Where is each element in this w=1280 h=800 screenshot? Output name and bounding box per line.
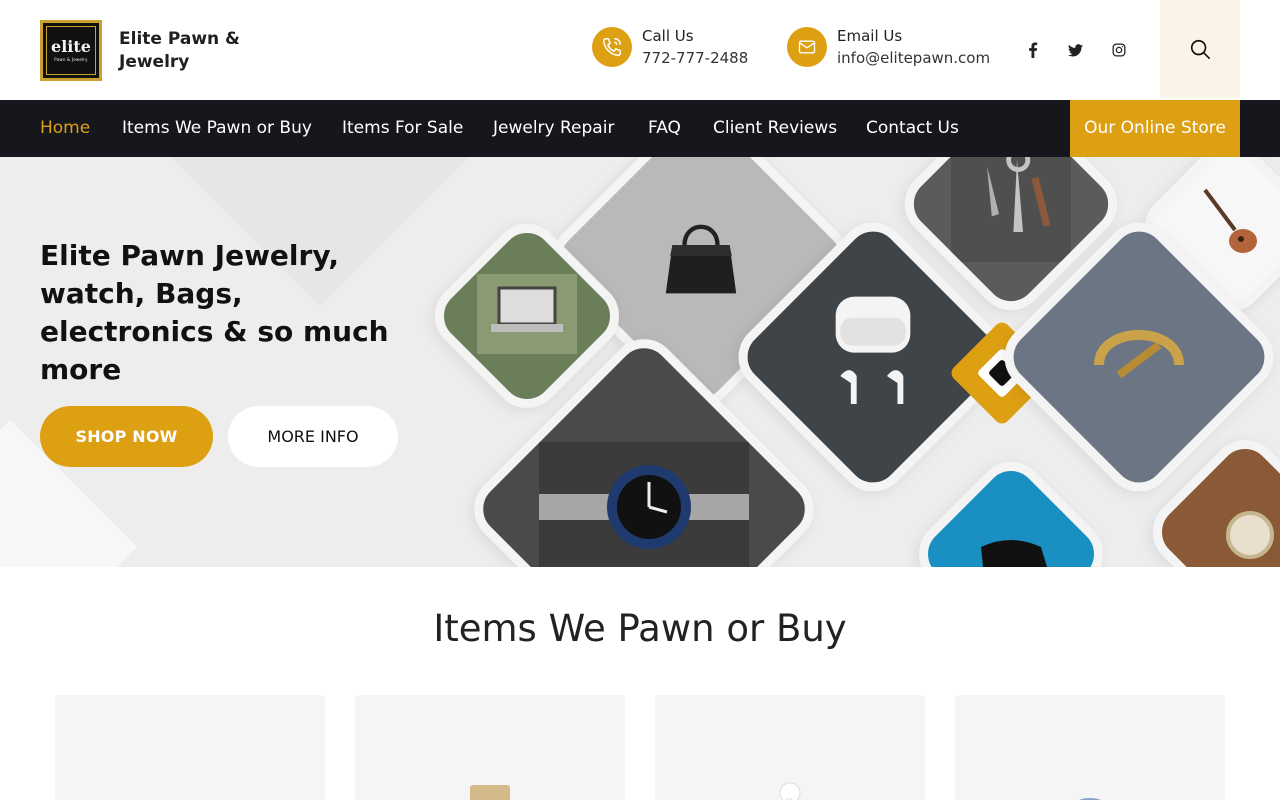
ring-icon [1094, 330, 1184, 379]
nav-client-reviews[interactable]: Client Reviews [713, 100, 837, 157]
watch-icon [539, 442, 749, 567]
earbud-image [779, 782, 801, 800]
nav-items-for-sale[interactable]: Items For Sale [342, 100, 463, 157]
nav-items-we-pawn-or-buy[interactable]: Items We Pawn or Buy [122, 100, 312, 157]
nav-jewelry-repair[interactable]: Jewelry Repair [493, 100, 614, 157]
item-card[interactable] [955, 695, 1225, 800]
laptop-icon [477, 274, 577, 354]
twitter-icon[interactable] [1064, 39, 1086, 61]
email-label: Email Us [837, 27, 903, 45]
gamepad-icon [981, 540, 1047, 567]
nav-faq[interactable]: FAQ [648, 100, 681, 157]
phone-icon [592, 27, 632, 67]
item-card[interactable] [55, 695, 325, 800]
search-button[interactable] [1160, 0, 1240, 98]
logo-subtext: Pawn & Jewelry [54, 57, 88, 62]
brand-name[interactable]: Elite Pawn & Jewelry [119, 28, 249, 74]
email-address[interactable]: info@elitepawn.com [837, 47, 990, 69]
shop-now-button[interactable]: SHOP NOW [40, 406, 213, 467]
instagram-icon[interactable] [1108, 39, 1130, 61]
search-icon [1190, 39, 1210, 59]
controller-tile [904, 447, 1118, 567]
envelope-icon [787, 27, 827, 67]
wrench-icon [951, 157, 1071, 262]
item-card[interactable] [355, 695, 625, 800]
nav-contact-us[interactable]: Contact Us [866, 100, 959, 157]
item-card[interactable] [655, 695, 925, 800]
earbuds-icon [835, 296, 911, 404]
online-store-button[interactable]: Our Online Store [1070, 100, 1240, 157]
facebook-icon[interactable] [1022, 39, 1044, 61]
handbag-icon [665, 224, 737, 294]
call-contact[interactable]: Call Us 772-777-2488 [592, 25, 748, 69]
hero-title: Elite Pawn Jewelry, watch, Bags, electro… [40, 239, 389, 386]
hero-banner: Elite Pawn Jewelry, watch, Bags, electro… [0, 157, 1280, 567]
site-header: elite Pawn & Jewelry Elite Pawn & Jewelr… [0, 0, 1280, 100]
watch-icon [1226, 511, 1274, 559]
main-nav: Home Items We Pawn or Buy Items For Sale… [0, 100, 1280, 157]
call-label: Call Us [642, 27, 694, 45]
more-info-button[interactable]: MORE INFO [228, 406, 398, 467]
logo-wordmark: elite [51, 37, 91, 56]
logo[interactable]: elite Pawn & Jewelry [40, 20, 102, 81]
watch-strap-image [470, 785, 510, 800]
email-contact[interactable]: Email Us info@elitepawn.com [787, 25, 990, 69]
nav-home[interactable]: Home [40, 100, 90, 157]
lock-image [1079, 798, 1101, 800]
guitar-icon [1203, 188, 1257, 253]
phone-number[interactable]: 772-777-2488 [642, 47, 748, 69]
section-title: Items We Pawn or Buy [433, 607, 847, 650]
